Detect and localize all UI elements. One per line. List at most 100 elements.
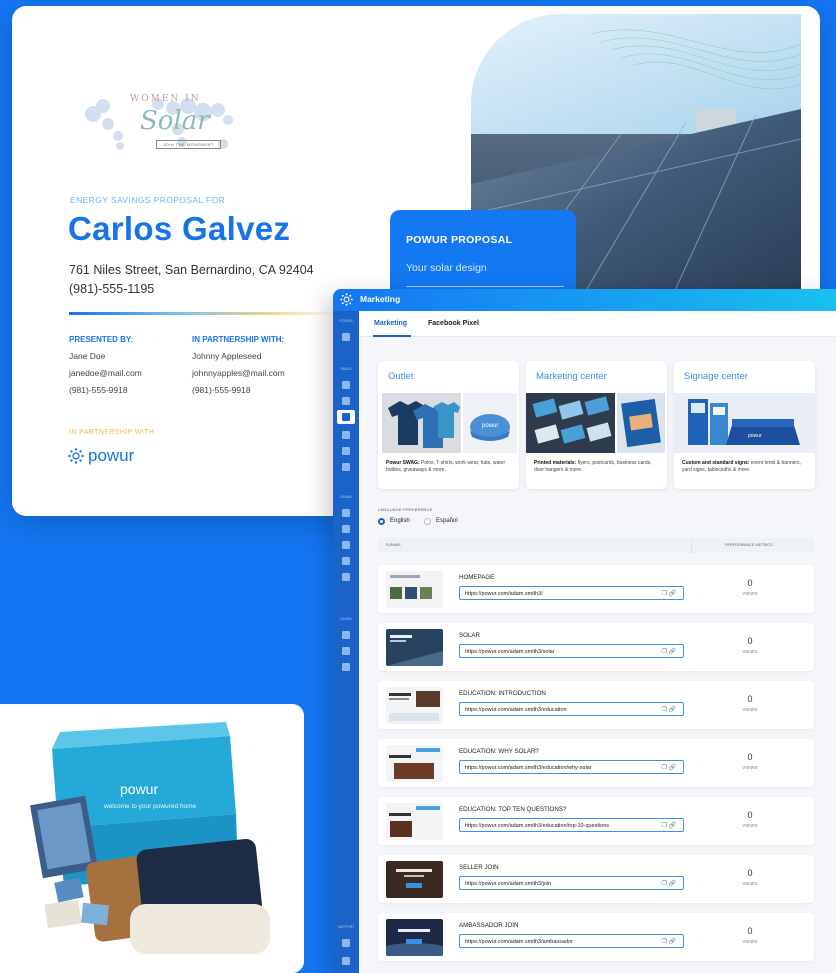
tab-facebook-pixel[interactable]: Facebook Pixel [428,320,479,327]
funnel-url-text[interactable]: https://powur.com/adam.smith3/solar [465,649,555,655]
customer-address: 761 Niles Street, San Bernardino, CA 924… [69,263,314,277]
signage-image: powur [674,393,815,453]
funnel-name: HOMEPAGE [459,574,495,581]
powur-sun-icon [68,448,84,464]
partner-email[interactable]: johnnyapples@mail.com [192,368,285,378]
proposal-eyebrow: ENERGY SAVINGS PROPOSAL FOR [70,195,226,205]
card-title: Outlet [388,371,414,382]
funnel-url-text[interactable]: https://powur.com/adam.smith3/ [465,591,543,597]
video-icon[interactable] [342,647,350,655]
language-preference-label: LANGUAGE PREFERENCE [378,507,433,512]
copy-link-icon[interactable]: ❐ 🔗 [661,706,676,713]
radio-english-label[interactable]: English [390,518,410,524]
customer-name: Carlos Galvez [68,210,291,247]
funnel-url-text[interactable]: https://powur.com/adam.smith3/education [465,707,567,713]
copy-link-icon[interactable]: ❐ 🔗 [661,822,676,829]
views-count: 0 [747,578,753,588]
sidebar-section-learn: LEARN [340,617,352,621]
views-count: 0 [747,926,753,936]
funnel-column-header: FUNNEL [386,543,402,547]
sidebar-section-support: SUPPORT [337,925,355,929]
presenter-phone: (981)-555-9918 [69,385,128,395]
marketing-icon[interactable] [337,410,355,424]
leads-icon[interactable] [342,397,350,405]
funnel-url-field[interactable]: https://powur.com/adam.smith3/solar ❐ 🔗 [459,644,684,658]
radio-espanol-label[interactable]: Español [436,518,458,524]
funnel-row: AMBASSADOR JOIN https://powur.com/adam.s… [378,913,814,961]
logo-main-text: Solar [140,106,210,136]
funnel-url-text[interactable]: https://powur.com/adam.smith3/ambassador [465,939,573,945]
funnel-name: SELLER JOIN [459,864,499,871]
presenter-email[interactable]: janedoe@mail.com [69,368,142,378]
powur-wordmark: powur [88,446,135,465]
support-tag-icon[interactable] [342,939,350,947]
box-welcome-message: welcome to your powured home [104,803,197,810]
card-description: Printed materials: flyers, postcards, bu… [534,460,652,473]
copy-link-icon[interactable]: ❐ 🔗 [661,764,676,771]
views-count: 0 [747,868,753,878]
tab-marketing[interactable]: Marketing [374,320,407,327]
gift-icon[interactable] [342,463,350,471]
funnel-url-field[interactable]: https://powur.com/adam.smith3/education/… [459,818,684,832]
copy-link-icon[interactable]: ❐ 🔗 [661,938,676,945]
app-topbar: Marketing [333,289,836,311]
sidebar: POWUR SALES ADMIN LEARN SUPPORT [333,311,359,973]
funnel-url-text[interactable]: https://powur.com/adam.smith3/education/… [465,765,592,771]
main-content: Marketing Facebook Pixel Outlet powur Po… [359,311,836,973]
home-icon[interactable] [342,333,350,341]
logo-top-text: WOMEN IN [130,94,201,104]
support-building-icon[interactable] [342,957,350,965]
radio-english[interactable] [378,518,385,525]
admin-reports-icon[interactable] [342,557,350,565]
customer-phone: (981)-555-1195 [69,282,155,296]
funnel-url-field[interactable]: https://powur.com/adam.smith3/education … [459,702,684,716]
views-label: VIEWS [742,823,758,828]
powur-sun-icon[interactable] [340,293,353,306]
copy-link-icon[interactable]: ❐ 🔗 [661,880,676,887]
funnel-url-field[interactable]: https://powur.com/adam.smith3/ ❐ 🔗 [459,586,684,600]
svg-text:powur: powur [482,423,498,429]
admin-chat-icon[interactable] [342,573,350,581]
views-count: 0 [747,810,753,820]
admin-dashboard-icon[interactable] [342,509,350,517]
funnel-url-field[interactable]: https://powur.com/adam.smith3/education/… [459,760,684,774]
card-description: Powur SWAG: Polos, T-shirts, work wear, … [386,460,506,473]
svg-text:powur: powur [748,433,762,439]
funnel-row: SELLER JOIN https://powur.com/adam.smith… [378,855,814,903]
funnel-row: EDUCATION: TOP TEN QUESTIONS? https://po… [378,797,814,845]
callout-subtitle: Your solar design [406,262,487,274]
book-icon[interactable] [342,663,350,671]
copy-link-icon[interactable]: ❐ 🔗 [661,648,676,655]
views-count: 0 [747,636,753,646]
divider-rule [69,312,339,315]
card-description: Custom and standard signs: event tents &… [682,460,801,473]
projects-icon[interactable] [342,431,350,439]
funnel-name: SOLAR [459,632,480,639]
dashboard-icon[interactable] [342,381,350,389]
earnings-icon[interactable] [342,447,350,455]
partner-name: Johnny Appleseed [192,351,262,361]
signage-center-card[interactable]: Signage center powur Custom and standard… [674,361,815,489]
ambassador-join-thumbnail [386,919,443,956]
funnel-name: EDUCATION: INTRODUCTION [459,690,546,697]
funnel-url-field[interactable]: https://powur.com/adam.smith3/join ❐ 🔗 [459,876,684,890]
views-label: VIEWS [742,591,758,596]
tab-bar: Marketing Facebook Pixel [359,311,836,337]
graduation-cap-icon[interactable] [342,631,350,639]
funnel-url-text[interactable]: https://powur.com/adam.smith3/education/… [465,823,609,829]
funnel-url-field[interactable]: https://powur.com/adam.smith3/ambassador… [459,934,684,948]
education-intro-thumbnail [386,687,443,724]
marketing-center-card[interactable]: Marketing center Printed materials: flye… [526,361,667,489]
active-tab-indicator [373,335,411,337]
views-count: 0 [747,752,753,762]
funnel-url-text[interactable]: https://powur.com/adam.smith3/join [465,881,551,887]
admin-users-icon[interactable] [342,525,350,533]
radio-espanol[interactable] [424,518,431,525]
sidebar-section-powur: POWUR [339,319,353,323]
app-title: Marketing [360,294,401,304]
copy-link-icon[interactable]: ❐ 🔗 [661,590,676,597]
outlet-card[interactable]: Outlet powur Powur SWAG: Polos, T-shirts… [378,361,519,489]
card-title: Marketing center [536,371,607,382]
powur-logo: powur [68,446,134,466]
admin-gift-icon[interactable] [342,541,350,549]
